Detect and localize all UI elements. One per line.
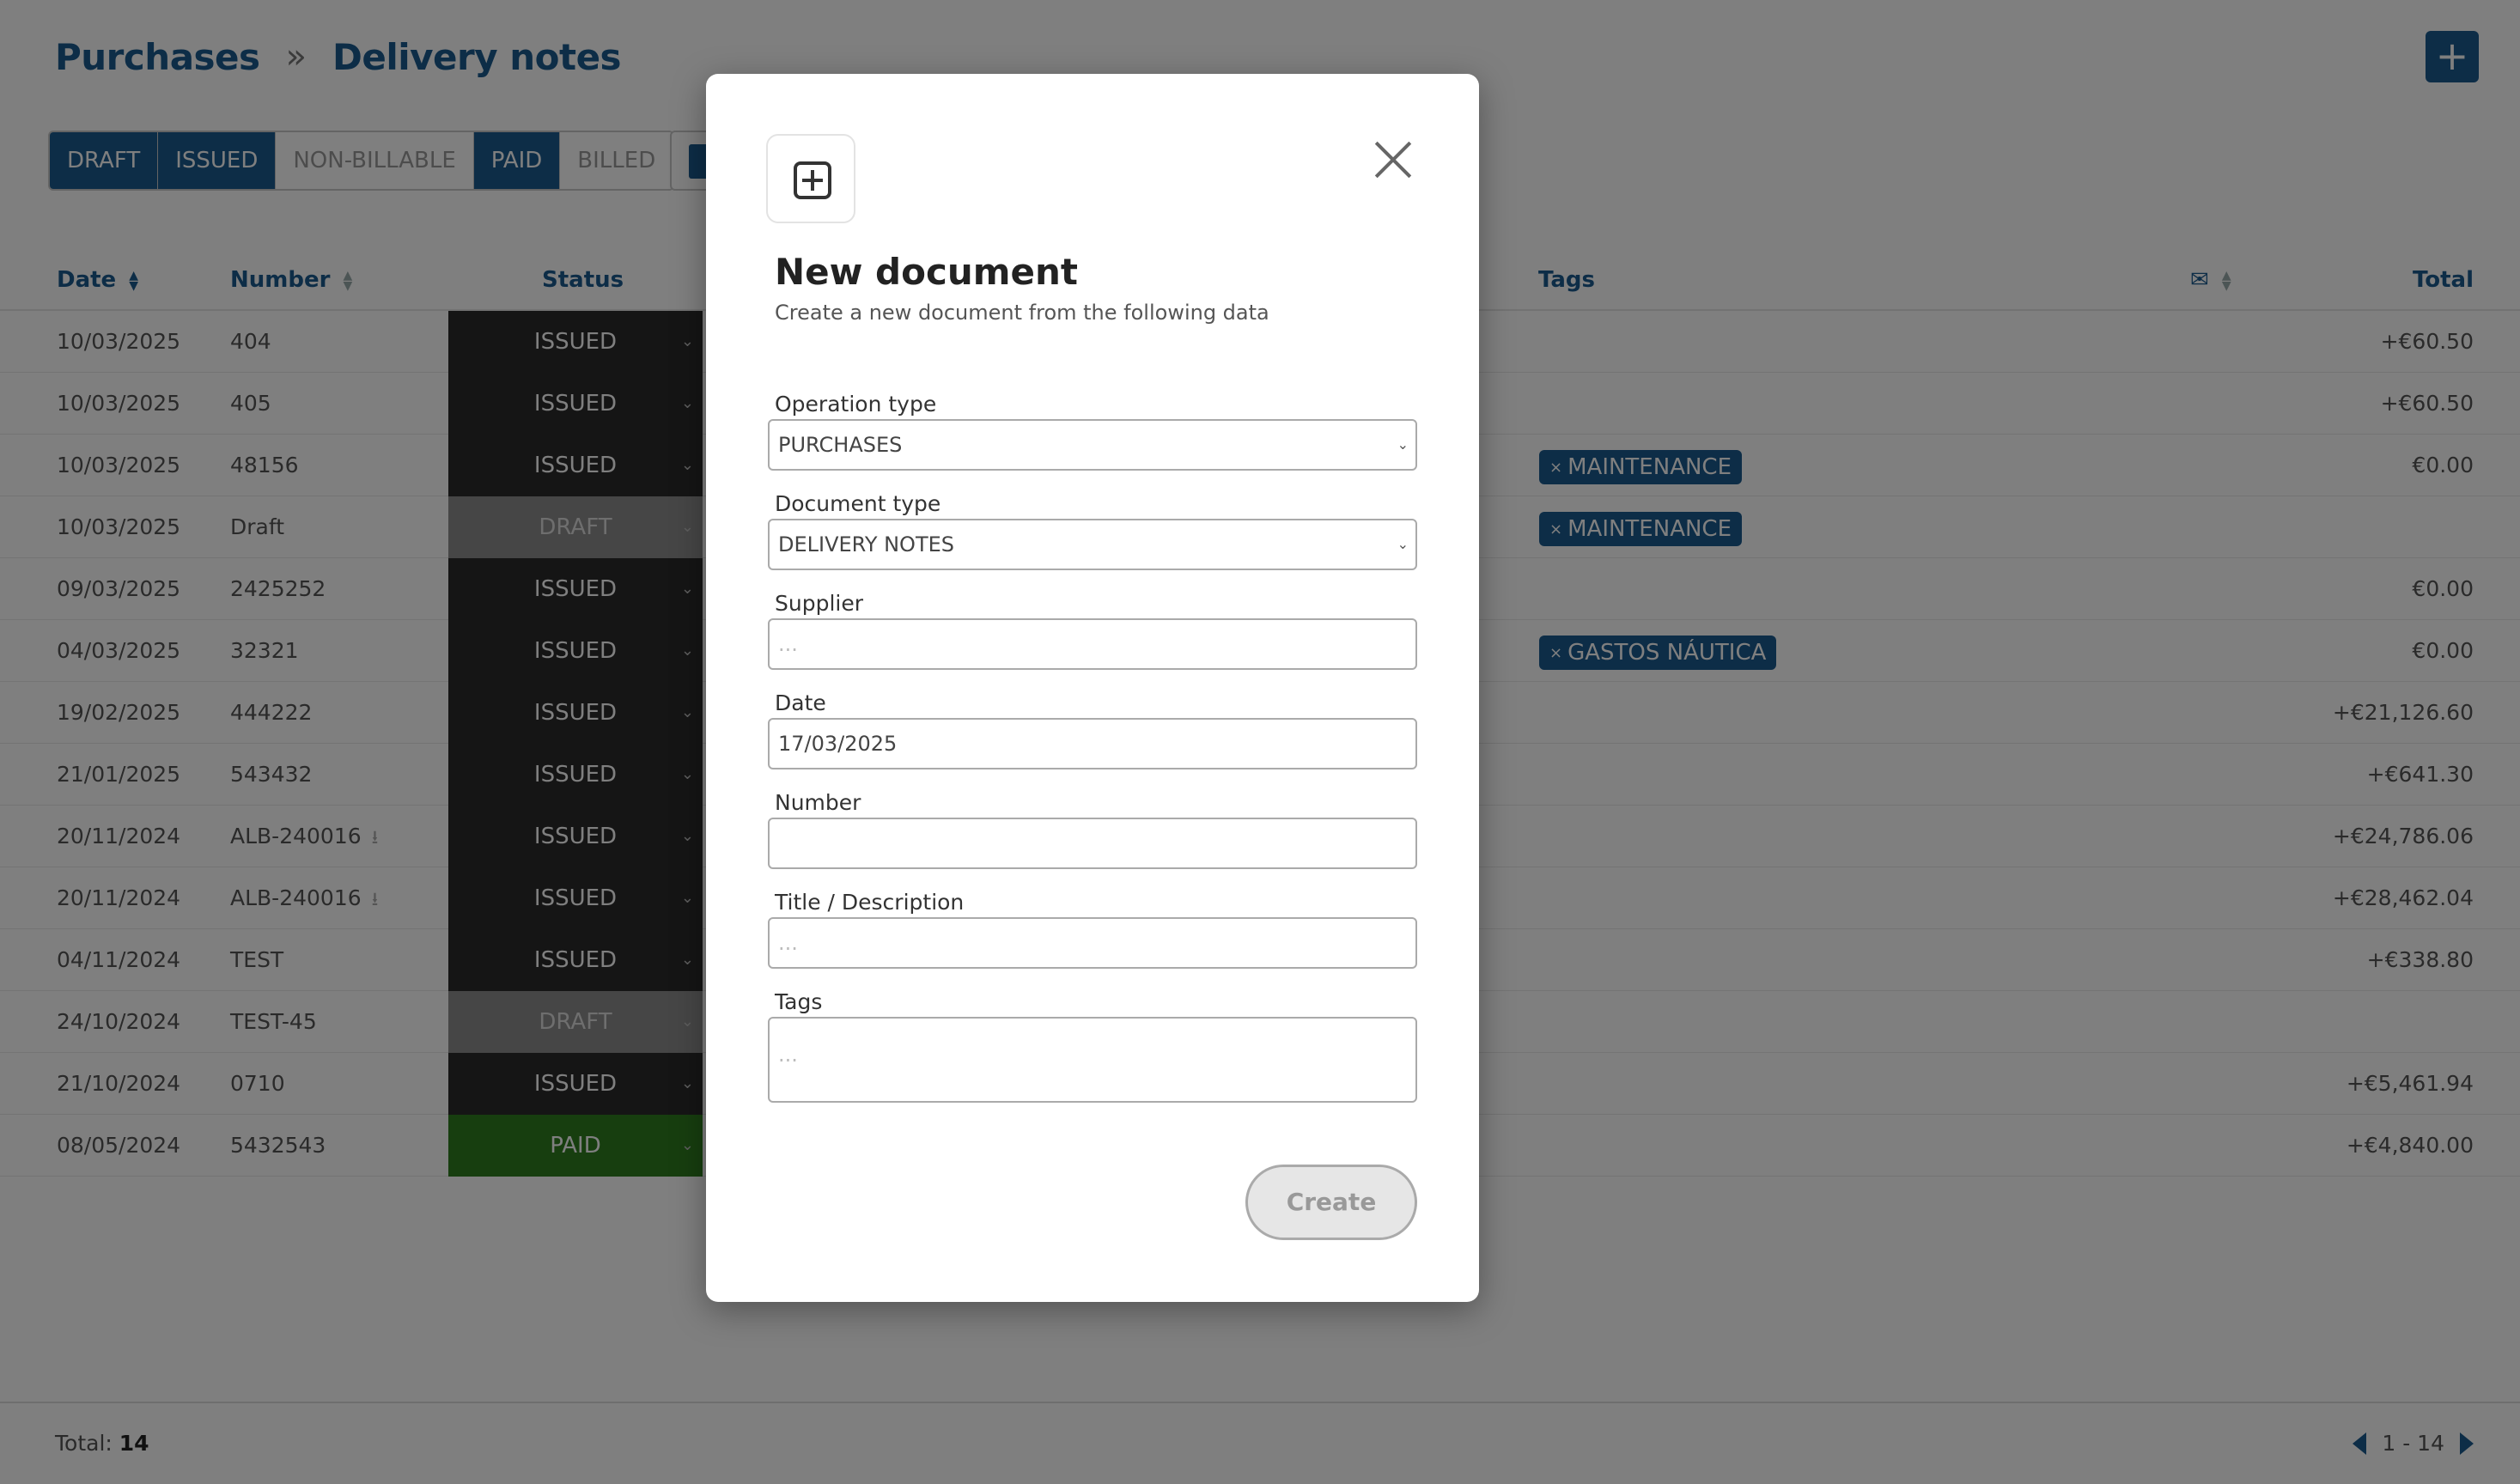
close-icon[interactable]: [1374, 141, 1412, 179]
create-button[interactable]: Create: [1245, 1165, 1417, 1240]
operation-type-field: Operation type PURCHASES ⌄: [768, 390, 1417, 471]
number-input[interactable]: [768, 818, 1417, 869]
number-label: Number: [775, 790, 861, 815]
tags-label: Tags: [775, 989, 823, 1014]
new-document-modal: New document Create a new document from …: [706, 74, 1479, 1302]
date-label: Date: [775, 690, 826, 715]
document-type-select[interactable]: DELIVERY NOTES ⌄: [768, 519, 1417, 570]
date-input[interactable]: 17/03/2025: [768, 718, 1417, 769]
operation-type-select[interactable]: PURCHASES ⌄: [768, 419, 1417, 471]
supplier-label: Supplier: [775, 591, 864, 616]
plus-square-icon: [794, 161, 831, 199]
title-label: Title / Description: [775, 890, 965, 915]
document-type-field: Document type DELIVERY NOTES ⌄: [768, 490, 1417, 570]
document-type-value: DELIVERY NOTES: [778, 532, 955, 556]
operation-type-value: PURCHASES: [778, 433, 903, 457]
number-field: Number: [768, 788, 1417, 869]
document-type-label: Document type: [775, 491, 941, 516]
date-field: Date 17/03/2025: [768, 689, 1417, 769]
operation-type-label: Operation type: [775, 392, 937, 417]
tags-field: Tags ...: [768, 988, 1417, 1103]
modal-title: New document: [775, 251, 1079, 293]
modal-icon-frame: [766, 134, 855, 223]
chevron-down-icon: ⌄: [1397, 436, 1409, 453]
tags-input[interactable]: ...: [768, 1017, 1417, 1103]
title-input[interactable]: ...: [768, 917, 1417, 969]
chevron-down-icon: ⌄: [1397, 536, 1409, 552]
supplier-input[interactable]: ...: [768, 618, 1417, 670]
modal-subtitle: Create a new document from the following…: [775, 301, 1269, 325]
supplier-field: Supplier ...: [768, 589, 1417, 670]
title-field: Title / Description ...: [768, 888, 1417, 969]
